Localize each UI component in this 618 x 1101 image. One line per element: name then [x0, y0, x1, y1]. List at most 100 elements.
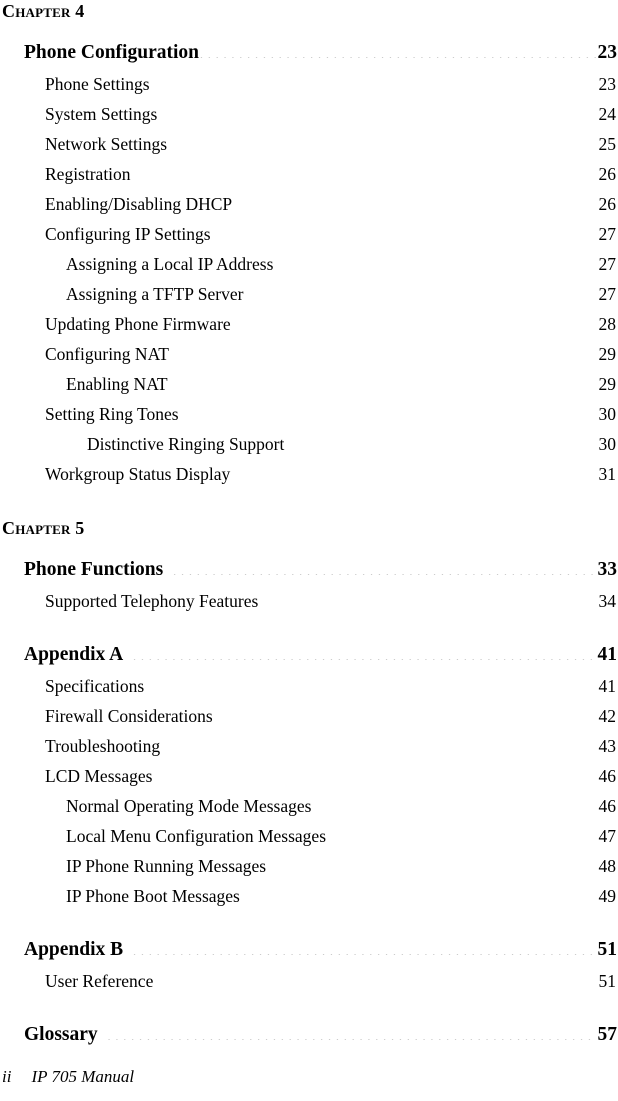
page-footer: ii IP 705 Manual — [0, 1067, 618, 1087]
chapter-label-spacer — [0, 539, 618, 553]
toc-entry[interactable]: LCD Messages............................… — [0, 761, 618, 791]
toc-entry-page-number: 29 — [598, 374, 617, 394]
toc-entry-page-number: 27 — [598, 284, 617, 304]
toc-entry-page-number: 23 — [598, 74, 617, 94]
toc-entry-page-number: 30 — [598, 404, 617, 424]
toc-entry-title: Local Menu Configuration Messages — [66, 826, 327, 846]
toc-entry-page-number: 41 — [598, 676, 617, 696]
toc-entry-page-number: 26 — [598, 194, 617, 214]
toc-entry-page-number: 51 — [597, 939, 618, 960]
footer-document-title: IP 705 Manual — [31, 1067, 135, 1086]
toc-entry-title: Normal Operating Mode Messages — [66, 796, 312, 816]
toc-entry-title: Distinctive Ringing Support — [87, 434, 285, 454]
toc-entry-page-number: 34 — [598, 591, 617, 611]
toc-entry[interactable]: Firewall Considerations.................… — [0, 701, 618, 731]
toc-entry[interactable]: Assigning a TFTP Server.................… — [0, 279, 618, 309]
toc-leader-dots: ........................................… — [172, 561, 595, 576]
toc-entry-major[interactable]: Appendix B..............................… — [0, 933, 618, 966]
toc-entry-title: Enabling/Disabling DHCP — [45, 194, 233, 214]
toc-entry-title: LCD Messages — [45, 766, 153, 786]
footer-page-number: ii — [2, 1067, 12, 1086]
toc-leader-dots: ........................................… — [106, 1026, 596, 1041]
chapter-label: Chapter 5 — [2, 518, 85, 538]
toc-entry-page-number: 33 — [597, 559, 618, 580]
toc-entry[interactable]: Assigning a Local IP Address............… — [0, 249, 618, 279]
toc-entry-title: System Settings — [45, 104, 158, 124]
toc-entry-title: Phone Functions — [24, 559, 164, 580]
toc-entry[interactable]: Normal Operating Mode Messages..........… — [0, 791, 618, 821]
toc-entry[interactable]: User Reference..........................… — [0, 966, 618, 996]
toc-leader-dots: ........................................… — [273, 257, 596, 271]
toc-entry-title: Assigning a Local IP Address — [66, 254, 274, 274]
toc-entry-page-number: 51 — [598, 971, 617, 991]
toc-entry-title: Workgroup Status Display — [45, 464, 231, 484]
toc-entry-major[interactable]: Phone Configuration.....................… — [0, 36, 618, 69]
toc-entry[interactable]: Specifications..........................… — [0, 671, 618, 701]
toc-leader-dots: ........................................… — [243, 287, 597, 301]
toc-leader-dots: ........................................… — [335, 829, 597, 843]
toc-entry[interactable]: Enabling NAT............................… — [0, 369, 618, 399]
toc-entry-page-number: 26 — [598, 164, 617, 184]
toc-entry[interactable]: Phone Settings..........................… — [0, 69, 618, 99]
toc-entry[interactable]: Distinctive Ringing Support.............… — [0, 429, 618, 459]
toc-entry[interactable]: Configuring NAT.........................… — [0, 339, 618, 369]
toc-entry[interactable]: Enabling/Disabling DHCP.................… — [0, 189, 618, 219]
toc-entry-page-number: 27 — [598, 254, 617, 274]
toc-entry-title: Glossary — [24, 1024, 98, 1045]
toc-leader-dots: ........................................… — [230, 317, 597, 331]
toc-entry-page-number: 24 — [598, 104, 617, 124]
toc-leader-dots: ........................................… — [132, 646, 596, 661]
toc-entry[interactable]: System Settings.........................… — [0, 99, 618, 129]
toc-entry[interactable]: IP Phone Boot Messages..................… — [0, 881, 618, 911]
toc-entry-title: Specifications — [45, 676, 145, 696]
toc-entry-title: Supported Telephony Features — [45, 591, 259, 611]
toc-entry-title: Appendix A — [24, 644, 124, 665]
toc-leader-dots: ........................................… — [139, 167, 597, 181]
toc-entry-title: Updating Phone Firmware — [45, 314, 231, 334]
toc-leader-dots: ........................................… — [230, 467, 597, 481]
toc-entry-major[interactable]: Phone Functions.........................… — [0, 553, 618, 586]
toc-entry[interactable]: Updating Phone Firmware.................… — [0, 309, 618, 339]
toc-entry-page-number: 27 — [598, 224, 617, 244]
toc-leader-dots: ........................................… — [198, 44, 596, 59]
toc-leader-dots: ........................................… — [266, 859, 596, 873]
toc-entry[interactable]: IP Phone Running Messages...............… — [0, 851, 618, 881]
chapter-label: Chapter 4 — [2, 1, 85, 21]
toc-entry-major[interactable]: Appendix A..............................… — [0, 638, 618, 671]
toc-leader-dots: ........................................… — [248, 889, 597, 903]
toc-entry-page-number: 48 — [598, 856, 617, 876]
toc-entry-title: Registration — [45, 164, 131, 184]
toc-leader-dots: ........................................… — [311, 799, 596, 813]
toc-entry[interactable]: Configuring IP Settings.................… — [0, 219, 618, 249]
toc-leader-dots: ........................................… — [160, 739, 597, 753]
toc-entry[interactable]: Workgroup Status Display................… — [0, 459, 618, 489]
toc-entry[interactable]: Setting Ring Tones......................… — [0, 399, 618, 429]
toc-entry-major[interactable]: Glossary................................… — [0, 1018, 618, 1051]
toc-entry-title: Phone Settings — [45, 74, 150, 94]
toc-entry-page-number: 28 — [598, 314, 617, 334]
chapter-label-spacer — [0, 22, 618, 36]
toc-entry-page-number: 57 — [597, 1024, 618, 1045]
toc-leader-dots: ........................................… — [167, 137, 596, 151]
toc-entry-title: Troubleshooting — [45, 736, 161, 756]
toc-entry[interactable]: Supported Telephony Features............… — [0, 586, 618, 616]
toc-entry[interactable]: Troubleshooting.........................… — [0, 731, 618, 761]
toc-entry-title: IP Phone Boot Messages — [66, 886, 240, 906]
toc-leader-dots: ........................................… — [152, 769, 597, 783]
toc-entry-title: Configuring NAT — [45, 344, 169, 364]
toc-leader-dots: ........................................… — [267, 594, 597, 608]
toc-entry-page-number: 47 — [598, 826, 617, 846]
toc-entry-page-number: 30 — [598, 434, 617, 454]
toc-entry[interactable]: Registration............................… — [0, 159, 618, 189]
toc-leader-dots: ........................................… — [162, 974, 597, 988]
toc-entry-page-number: 23 — [597, 42, 618, 63]
toc-entry[interactable]: Local Menu Configuration Messages.......… — [0, 821, 618, 851]
toc-leader-dots: ........................................… — [241, 197, 597, 211]
toc-entry-page-number: 41 — [597, 644, 618, 665]
toc-entry-title: Appendix B — [24, 939, 124, 960]
toc-leader-dots: ........................................… — [157, 107, 597, 121]
toc-entry[interactable]: Network Settings........................… — [0, 129, 618, 159]
